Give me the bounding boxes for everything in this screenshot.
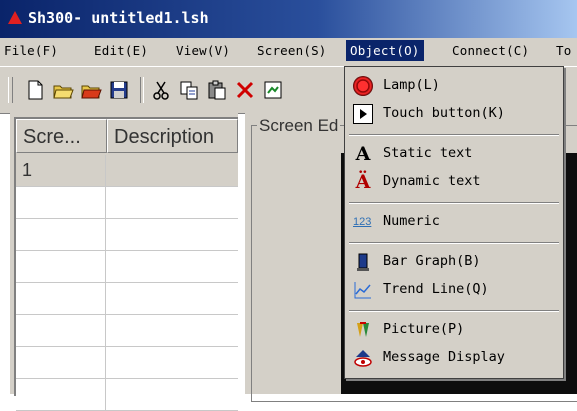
menu-item-message-display[interactable]: Message Display [345,345,563,371]
menu-item-picture[interactable]: Picture(P) [345,317,563,343]
table-row[interactable] [16,187,238,219]
menu-separator [349,242,559,244]
cell-screen[interactable] [16,347,106,378]
app-triangle-icon [8,11,22,24]
menu-item-label: Picture(P) [383,321,465,337]
table-row[interactable] [16,347,238,379]
toolbar-separator [140,77,144,103]
new-file-icon[interactable] [24,79,46,101]
cell-description[interactable] [107,187,238,218]
menu-file[interactable]: File(F) [4,43,58,58]
table-row[interactable]: 1 [16,155,238,187]
paste-icon[interactable] [206,79,228,101]
open-folder-icon[interactable] [52,79,74,101]
menu-item-label: Trend Line(Q) [383,281,489,297]
cell-screen[interactable] [16,283,106,314]
menu-item-numeric[interactable]: 123 Numeric [345,209,563,235]
cell-description[interactable] [107,155,238,186]
cut-icon[interactable] [150,79,172,101]
open-red-folder-icon[interactable] [80,79,102,101]
bar-graph-icon [353,252,373,272]
table-row[interactable] [16,283,238,315]
cell-description[interactable] [107,283,238,314]
cell-description[interactable] [107,219,238,250]
menu-separator [349,134,559,136]
numeric-icon: 123 [353,216,372,228]
column-header-screen[interactable]: Scre... [16,119,107,153]
menu-item-touch-button[interactable]: Touch button(K) [345,101,563,127]
menu-separator [349,310,559,312]
screen-list-grid[interactable]: Scre... Description 1 [14,117,238,411]
cell-screen[interactable] [16,251,106,282]
menu-object[interactable]: Object(O) [346,40,424,61]
static-text-icon: A [355,143,371,165]
title-bar: Sh300- untitled1.lsh [0,0,577,38]
table-row[interactable] [16,251,238,283]
cell-screen[interactable]: 1 [16,155,106,186]
menu-item-dynamic-text[interactable]: Ä Dynamic text [345,169,563,195]
cell-description[interactable] [107,347,238,378]
lamp-icon [353,76,373,96]
menu-item-label: Bar Graph(B) [383,253,481,269]
menu-tools[interactable]: To [556,43,571,58]
dynamic-text-icon: Ä [355,171,371,193]
object-menu: Lamp(L) Touch button(K) A Static text Ä … [344,66,564,379]
cell-description[interactable] [107,251,238,282]
trend-line-icon [353,280,373,300]
menu-connect[interactable]: Connect(C) [452,43,529,58]
menubar: File(F) Edit(E) View(V) Screen(S) Object… [0,38,577,66]
menu-item-label: Touch button(K) [383,105,505,121]
menu-item-label: Message Display [383,349,505,365]
cell-screen[interactable] [16,315,106,346]
menu-edit[interactable]: Edit(E) [94,43,148,58]
menu-item-lamp[interactable]: Lamp(L) [345,73,563,99]
menu-view[interactable]: View(V) [176,43,230,58]
window-title: Sh300- untitled1.lsh [28,9,209,27]
screen-list-panel: Scre... Description 1 [10,113,238,411]
copy-icon[interactable] [178,79,200,101]
touch-button-icon [353,104,373,124]
message-display-icon [353,348,373,368]
cell-screen[interactable] [16,219,106,250]
menu-separator [349,202,559,204]
picture-icon [353,320,373,340]
menu-item-label: Dynamic text [383,173,481,189]
cell-screen[interactable] [16,187,106,218]
column-header-description[interactable]: Description [107,119,238,153]
screen-icon[interactable] [262,79,284,101]
toolbar-grip[interactable] [8,77,13,103]
table-row[interactable] [16,315,238,347]
menu-item-label: Lamp(L) [383,77,440,93]
cell-description[interactable] [107,315,238,346]
grid-header: Scre... Description [16,119,238,155]
menu-item-bar-graph[interactable]: Bar Graph(B) [345,249,563,275]
menu-item-label: Static text [383,145,473,161]
delete-icon[interactable] [234,79,256,101]
menu-item-trend-line[interactable]: Trend Line(Q) [345,277,563,303]
menu-item-static-text[interactable]: A Static text [345,141,563,167]
save-icon[interactable] [108,79,130,101]
table-row[interactable] [16,379,238,411]
cell-description[interactable] [107,379,238,410]
menu-item-label: Numeric [383,213,440,229]
menu-screen[interactable]: Screen(S) [257,43,327,58]
table-row[interactable] [16,219,238,251]
screen-editor-label: Screen Ed [257,116,341,136]
cell-screen[interactable] [16,379,106,410]
